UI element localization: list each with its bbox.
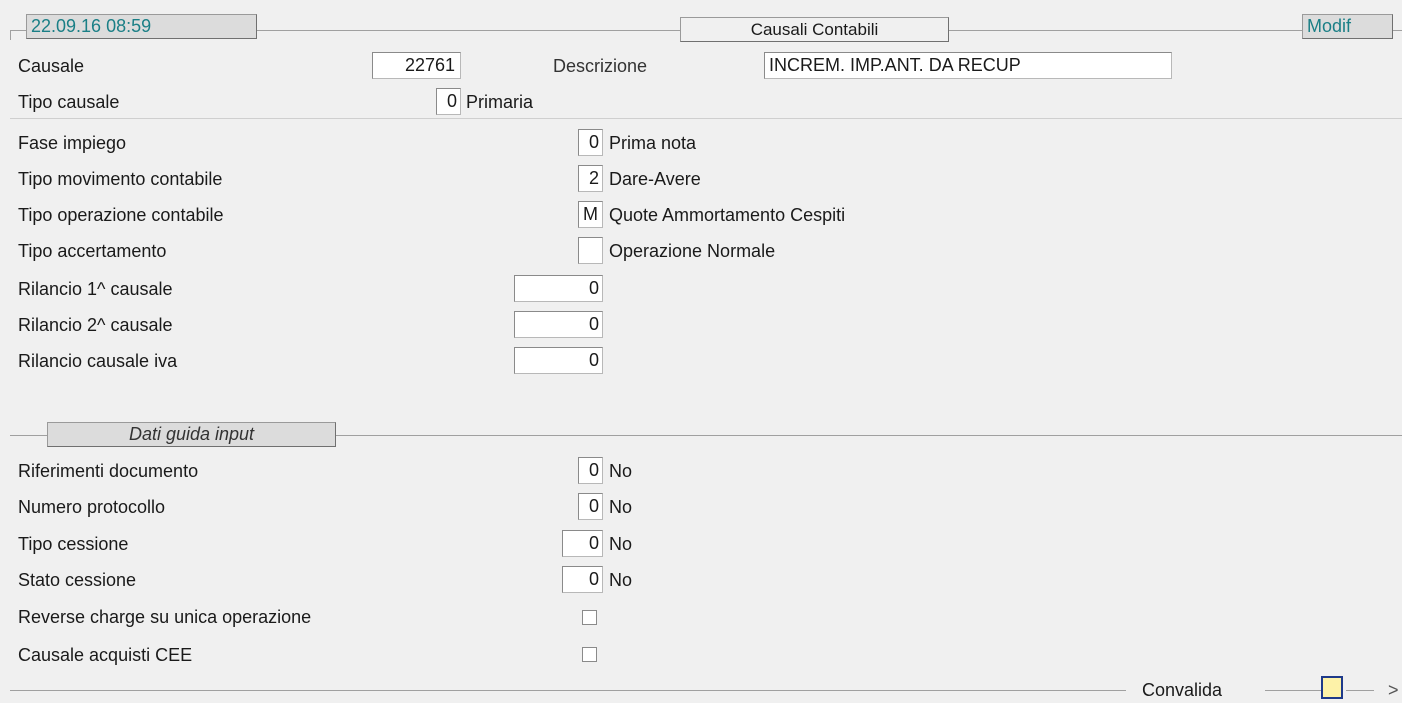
tipo-accertamento-label: Tipo accertamento — [18, 241, 167, 261]
tipo-cessione-desc: No — [609, 534, 633, 554]
tipo-operazione-field[interactable]: M — [578, 201, 603, 228]
fase-impiego-desc: Prima nota — [609, 133, 697, 153]
mode-tab: Modif — [1302, 14, 1393, 39]
section-divider-top — [10, 118, 1402, 119]
stato-cessione-label: Stato cessione — [18, 570, 137, 590]
tipo-causale-desc: Primaria — [466, 92, 534, 112]
tipo-accertamento-desc: Operazione Normale — [609, 241, 776, 261]
convalida-button[interactable] — [1321, 676, 1343, 699]
protocollo-desc: No — [609, 497, 633, 517]
fase-impiego-label: Fase impiego — [18, 133, 127, 153]
causale-field[interactable]: 22761 — [372, 52, 461, 79]
stato-cessione-field[interactable]: 0 — [562, 566, 603, 593]
protocollo-label: Numero protocollo — [18, 497, 166, 517]
acquisti-cee-label: Causale acquisti CEE — [18, 645, 193, 665]
rilancio-iva-field[interactable]: 0 — [514, 347, 603, 374]
rilancio2-label: Rilancio 2^ causale — [18, 315, 173, 335]
acquisti-cee-checkbox[interactable] — [582, 647, 597, 662]
rilancio1-field[interactable]: 0 — [514, 275, 603, 302]
window-title: Causali Contabili — [680, 17, 949, 42]
footer-rule-mid — [1265, 690, 1321, 691]
riferimenti-field[interactable]: 0 — [578, 457, 603, 484]
footer-rule-right — [1346, 690, 1374, 691]
fase-impiego-field[interactable]: 0 — [578, 129, 603, 156]
tipo-cessione-field[interactable]: 0 — [562, 530, 603, 557]
tipo-causale-field[interactable]: 0 — [436, 88, 461, 115]
datetime-tab: 22.09.16 08:59 — [26, 14, 257, 39]
tipo-operazione-desc: Quote Ammortamento Cespiti — [609, 205, 846, 225]
rilancio1-label: Rilancio 1^ causale — [18, 279, 173, 299]
next-arrow-icon[interactable]: > — [1388, 677, 1399, 703]
riferimenti-label: Riferimenti documento — [18, 461, 199, 481]
tipo-movimento-field[interactable]: 2 — [578, 165, 603, 192]
rilancio2-field[interactable]: 0 — [514, 311, 603, 338]
reverse-charge-label: Reverse charge su unica operazione — [18, 607, 312, 627]
riferimenti-desc: No — [609, 461, 633, 481]
tipo-accertamento-field[interactable] — [578, 237, 603, 264]
tipo-operazione-label: Tipo operazione contabile — [18, 205, 224, 225]
footer-rule-left — [10, 690, 1126, 691]
protocollo-field[interactable]: 0 — [578, 493, 603, 520]
causale-label: Causale — [18, 56, 85, 76]
header-rule-tick — [10, 30, 11, 40]
reverse-charge-checkbox[interactable] — [582, 610, 597, 625]
stato-cessione-desc: No — [609, 570, 633, 590]
section-title-tab: Dati guida input — [47, 422, 336, 447]
convalida-label: Convalida — [1142, 680, 1223, 700]
tipo-cessione-label: Tipo cessione — [18, 534, 129, 554]
tipo-causale-label: Tipo causale — [18, 92, 120, 112]
descrizione-field[interactable]: INCREM. IMP.ANT. DA RECUP — [764, 52, 1172, 79]
rilancio-iva-label: Rilancio causale iva — [18, 351, 178, 371]
tipo-movimento-label: Tipo movimento contabile — [18, 169, 223, 189]
tipo-movimento-desc: Dare-Avere — [609, 169, 701, 189]
descrizione-label: Descrizione — [553, 56, 648, 76]
